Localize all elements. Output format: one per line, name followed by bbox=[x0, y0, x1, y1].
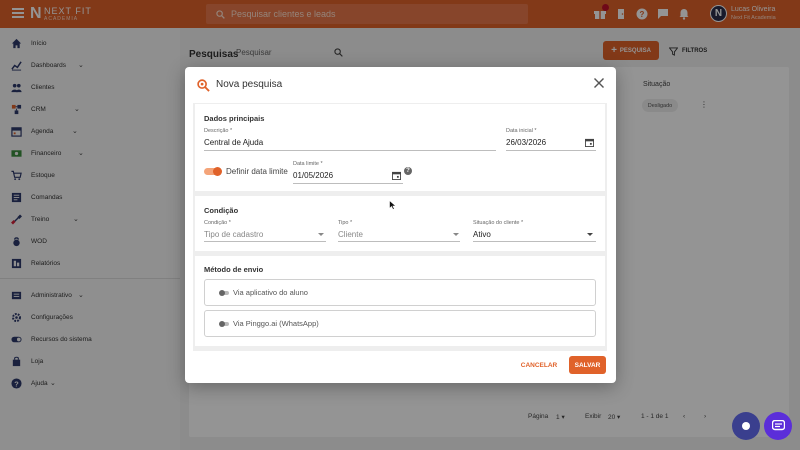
section-title: Condição bbox=[204, 206, 239, 215]
situacao-cliente-underline bbox=[473, 241, 596, 242]
situacao-cliente-label: Situação do cliente * bbox=[473, 220, 524, 226]
situacao-cliente-select[interactable]: Ativo bbox=[473, 230, 491, 239]
data-limite-underline bbox=[293, 183, 403, 184]
section-title: Dados principais bbox=[204, 114, 265, 123]
descricao-label: Descrição * bbox=[204, 128, 233, 134]
method-whatsapp-option[interactable]: Via Pinggo.ai (WhatsApp) bbox=[204, 310, 596, 337]
toggle-knob bbox=[213, 167, 222, 176]
method-whatsapp-label: Via Pinggo.ai (WhatsApp) bbox=[233, 319, 319, 328]
support-fab[interactable] bbox=[732, 412, 760, 440]
section-title: Método de envio bbox=[204, 265, 264, 274]
data-inicial-input[interactable]: 26/03/2026 bbox=[506, 138, 546, 147]
tipo-select[interactable]: Cliente bbox=[338, 230, 363, 239]
condicao-label: Condição * bbox=[204, 220, 231, 226]
data-limite-toggle[interactable] bbox=[204, 167, 222, 176]
calendar-icon[interactable] bbox=[392, 171, 401, 180]
search-survey-icon bbox=[197, 79, 210, 92]
descricao-input[interactable]: Central de Ajuda bbox=[204, 138, 263, 147]
condicao-select[interactable]: Tipo de cadastro bbox=[204, 230, 263, 239]
toggle-knob bbox=[219, 321, 225, 327]
close-icon[interactable] bbox=[593, 77, 605, 89]
caret-down-icon bbox=[453, 233, 459, 236]
dialog-title: Nova pesquisa bbox=[216, 79, 283, 90]
descricao-underline bbox=[204, 150, 496, 151]
dot-icon bbox=[742, 422, 750, 430]
chat-fab[interactable] bbox=[764, 412, 792, 440]
caret-down-icon bbox=[587, 233, 593, 236]
method-app-toggle[interactable] bbox=[219, 290, 229, 296]
data-inicial-label: Data inicial * bbox=[506, 128, 537, 134]
section-condicao bbox=[195, 196, 605, 251]
method-app-option[interactable]: Via aplicativo do aluno bbox=[204, 279, 596, 306]
help-icon[interactable]: ? bbox=[404, 167, 412, 175]
cancel-button[interactable]: CANCELAR bbox=[516, 357, 562, 373]
condicao-underline bbox=[204, 241, 326, 242]
method-whatsapp-toggle[interactable] bbox=[219, 321, 229, 327]
definir-limite-label: Definir data limite bbox=[226, 167, 288, 176]
data-limite-label: Data limite * bbox=[293, 161, 323, 167]
caret-down-icon bbox=[318, 233, 324, 236]
mouse-cursor-icon bbox=[389, 200, 397, 210]
calendar-icon[interactable] bbox=[585, 138, 594, 147]
data-limite-input[interactable]: 01/05/2026 bbox=[293, 171, 333, 180]
toggle-knob bbox=[219, 290, 225, 296]
tipo-underline bbox=[338, 241, 460, 242]
chat-icon bbox=[771, 420, 785, 431]
tipo-label: Tipo * bbox=[338, 220, 353, 226]
data-inicial-underline bbox=[506, 150, 596, 151]
method-app-label: Via aplicativo do aluno bbox=[233, 288, 308, 297]
save-button[interactable]: SALVAR bbox=[569, 356, 606, 374]
